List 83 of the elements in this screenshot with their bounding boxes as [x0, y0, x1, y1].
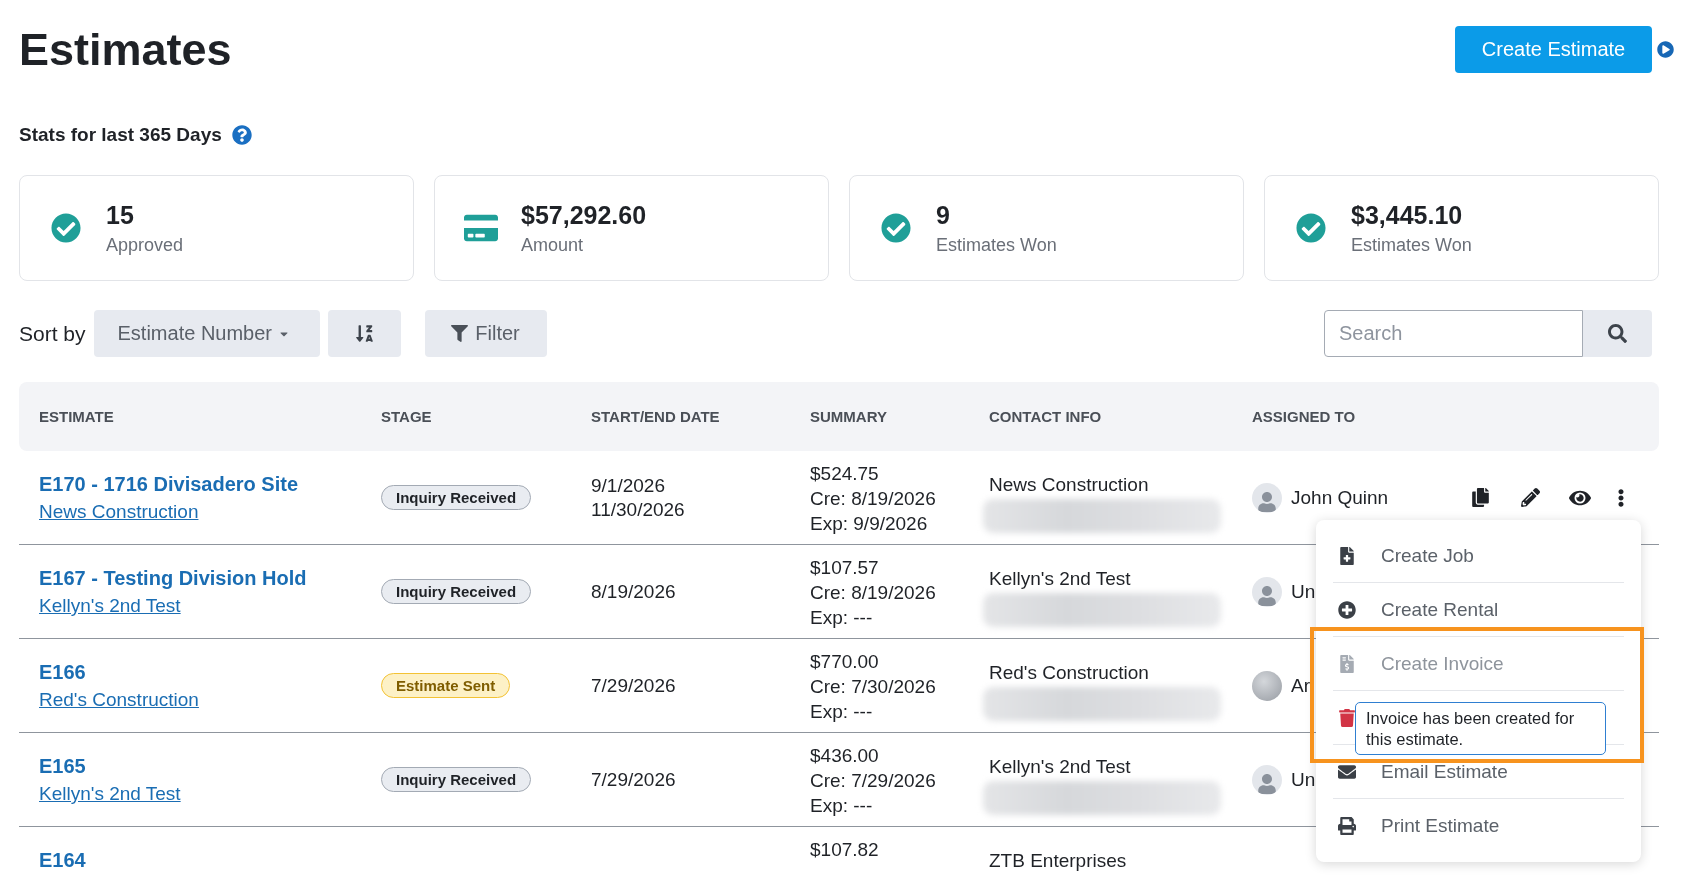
column-header: CONTACT INFO — [989, 408, 1102, 425]
customer-link[interactable]: Red's Construction — [39, 687, 199, 713]
stat-label: Estimates Won — [1351, 233, 1472, 257]
search-field[interactable]: Search — [1324, 310, 1583, 357]
customer-link[interactable]: News Construction — [39, 499, 199, 525]
contact-name: Kellyn's 2nd Test — [989, 755, 1131, 779]
column-header: ESTIMATE — [39, 408, 114, 425]
column-header: START/END DATE — [591, 408, 720, 425]
expiry-date-text: Exp: --- — [810, 606, 873, 630]
expiry-date-text: Exp: --- — [810, 794, 873, 818]
sort-direction-button[interactable] — [327, 310, 401, 357]
sort-label: Sort by — [19, 320, 86, 347]
amount-text: $770.00 — [810, 650, 879, 674]
stats-heading: Stats for last 365 Days — [19, 123, 222, 147]
stage-badge: Inquiry Received — [381, 767, 532, 792]
stage-badge: Inquiry Received — [381, 579, 532, 604]
estimate-link[interactable]: E170 - 1716 Divisadero Site — [39, 470, 299, 498]
sort-dropdown[interactable]: Estimate Number — [93, 310, 320, 357]
contact-name: Red's Construction — [989, 661, 1149, 685]
menu-item[interactable]: Print Estimate — [1333, 799, 1624, 853]
tooltip: Invoice has been created for this estimate. — [1355, 702, 1606, 755]
amount-text: $524.75 — [810, 462, 879, 486]
column-header: ASSIGNED TO — [1252, 408, 1356, 425]
amount-text: $107.57 — [810, 556, 879, 580]
avatar-photo-placeholder — [1252, 670, 1282, 701]
estimate-link[interactable]: E167 - Testing Division Hold — [39, 564, 307, 592]
envelope-icon — [1338, 762, 1356, 781]
date-text: 9/1/2026 — [591, 473, 665, 498]
contact-name: News Construction — [989, 473, 1149, 497]
stage-badge: Inquiry Received — [381, 485, 532, 510]
assignee-name: John Quinn — [1291, 485, 1389, 510]
printer-icon — [1338, 817, 1356, 835]
created-date-text: Cre: 8/19/2026 — [810, 581, 936, 605]
help-icon[interactable] — [231, 125, 252, 145]
stat-value: 9 — [936, 199, 950, 230]
stat-label: Estimates Won — [936, 233, 1057, 257]
sort-icon — [354, 324, 374, 343]
date-text: 8/19/2026 — [591, 579, 676, 604]
pencil-icon[interactable] — [1520, 488, 1540, 507]
menu-item[interactable]: Create Rental — [1333, 583, 1624, 637]
play-icon[interactable] — [1657, 41, 1674, 58]
created-date-text: Cre: 7/30/2026 — [810, 675, 936, 699]
menu-item[interactable]: Create Job — [1333, 529, 1624, 583]
expiry-date-text: Exp: --- — [810, 700, 873, 724]
file-dollar-icon — [1338, 654, 1356, 673]
created-date-text: Cre: 7/29/2026 — [810, 769, 936, 793]
filter-icon — [451, 325, 469, 342]
user-avatar-icon — [1252, 576, 1282, 607]
create-estimate-button[interactable]: Create Estimate — [1455, 26, 1652, 73]
customer-link[interactable]: Kellyn's 2nd Test — [39, 781, 181, 807]
created-date-text: Cre: 8/19/2026 — [810, 487, 936, 511]
stat-value: $57,292.60 — [521, 199, 647, 230]
customer-link[interactable]: Kellyn's 2nd Test — [39, 593, 181, 619]
file-plus-icon — [1338, 546, 1356, 565]
stat-value: $3,445.10 — [1351, 199, 1463, 230]
date-text: 7/29/2026 — [591, 767, 676, 792]
column-header: SUMMARY — [810, 408, 887, 425]
stat-label: Approved — [106, 233, 184, 257]
contact-name: Kellyn's 2nd Test — [989, 567, 1131, 591]
copy-icon[interactable] — [1470, 488, 1490, 507]
contact-name: ZTB Enterprises — [989, 849, 1127, 873]
search-button[interactable] — [1583, 310, 1652, 357]
estimate-link[interactable]: E166 — [39, 658, 86, 686]
amount-text: $107.82 — [810, 838, 879, 862]
estimate-link[interactable]: E165 — [39, 752, 86, 780]
estimate-link[interactable]: E164 — [39, 846, 86, 874]
search-icon — [1608, 324, 1627, 343]
page-title: Estimates — [19, 23, 232, 77]
user-avatar-icon — [1252, 482, 1282, 513]
filter-button[interactable]: Filter — [424, 310, 547, 357]
trash-icon — [1338, 708, 1356, 727]
assignee-name: Un — [1291, 579, 1316, 604]
assignee-name: Un — [1291, 767, 1316, 792]
date-text: 7/29/2026 — [591, 673, 676, 698]
stat-label: Amount — [521, 233, 584, 257]
expiry-date-text: Exp: 9/9/2026 — [810, 512, 928, 536]
stat-value: 15 — [106, 199, 134, 230]
stage-badge: Estimate Sent — [381, 673, 511, 698]
amount-text: $436.00 — [810, 744, 879, 768]
date-text: 11/30/2026 — [591, 497, 685, 522]
column-header: STAGE — [381, 408, 432, 425]
user-avatar-icon — [1252, 764, 1282, 795]
assignee-name: Ar — [1291, 673, 1310, 698]
